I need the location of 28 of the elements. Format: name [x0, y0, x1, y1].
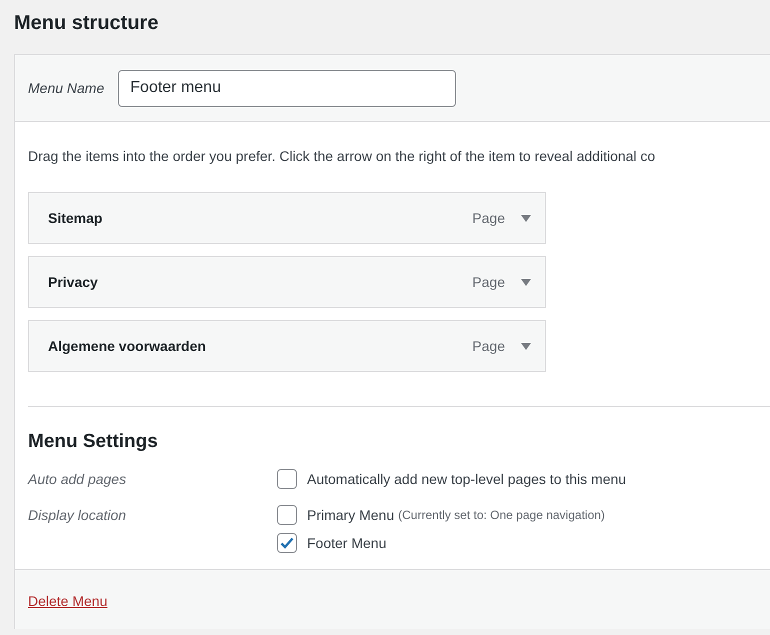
checkbox[interactable] — [277, 505, 297, 525]
settings-heading: Menu Settings — [28, 430, 159, 454]
checkbox[interactable] — [277, 469, 297, 489]
menu-name-input[interactable]: Footer menu — [118, 70, 456, 106]
checkbox-label[interactable]: Footer Menu — [307, 532, 386, 554]
item-title: Privacy — [48, 272, 99, 292]
item-title: Algemene voorwaarden — [48, 336, 207, 356]
dropdown-arrow-icon[interactable] — [521, 342, 531, 350]
checkbox-label[interactable]: Primary Menu — [307, 504, 394, 526]
menu-item-bar[interactable]: Algemene voorwaarden Page — [28, 320, 546, 372]
item-type: Page — [472, 272, 505, 292]
item-type: Page — [472, 336, 505, 356]
checkbox-label[interactable]: Automatically add new top-level pages to this menu — [307, 468, 626, 490]
menu-item-bar[interactable]: Sitemap Page — [28, 192, 546, 244]
instructions-text: Drag the items into the order you prefer. Click the arrow on the right of the item to reveal additional co — [28, 147, 656, 166]
setting-label: Auto add pages — [28, 470, 128, 489]
item-title: Sitemap — [48, 208, 104, 228]
field-label: Menu Name — [28, 78, 104, 98]
dropdown-arrow-icon[interactable] — [521, 214, 531, 222]
location-note: (Currently set to: One page navigation) — [398, 507, 605, 524]
item-type: Page — [472, 208, 505, 228]
section-heading: Menu structure — [14, 11, 160, 36]
checkmark-icon — [280, 537, 294, 549]
delete-menu-link[interactable]: Delete Menu — [28, 593, 108, 609]
checkbox[interactable] — [277, 533, 297, 553]
menu-item-bar[interactable]: Privacy Page — [28, 256, 546, 308]
dropdown-arrow-icon[interactable] — [521, 278, 531, 286]
setting-label: Display location — [28, 506, 128, 525]
